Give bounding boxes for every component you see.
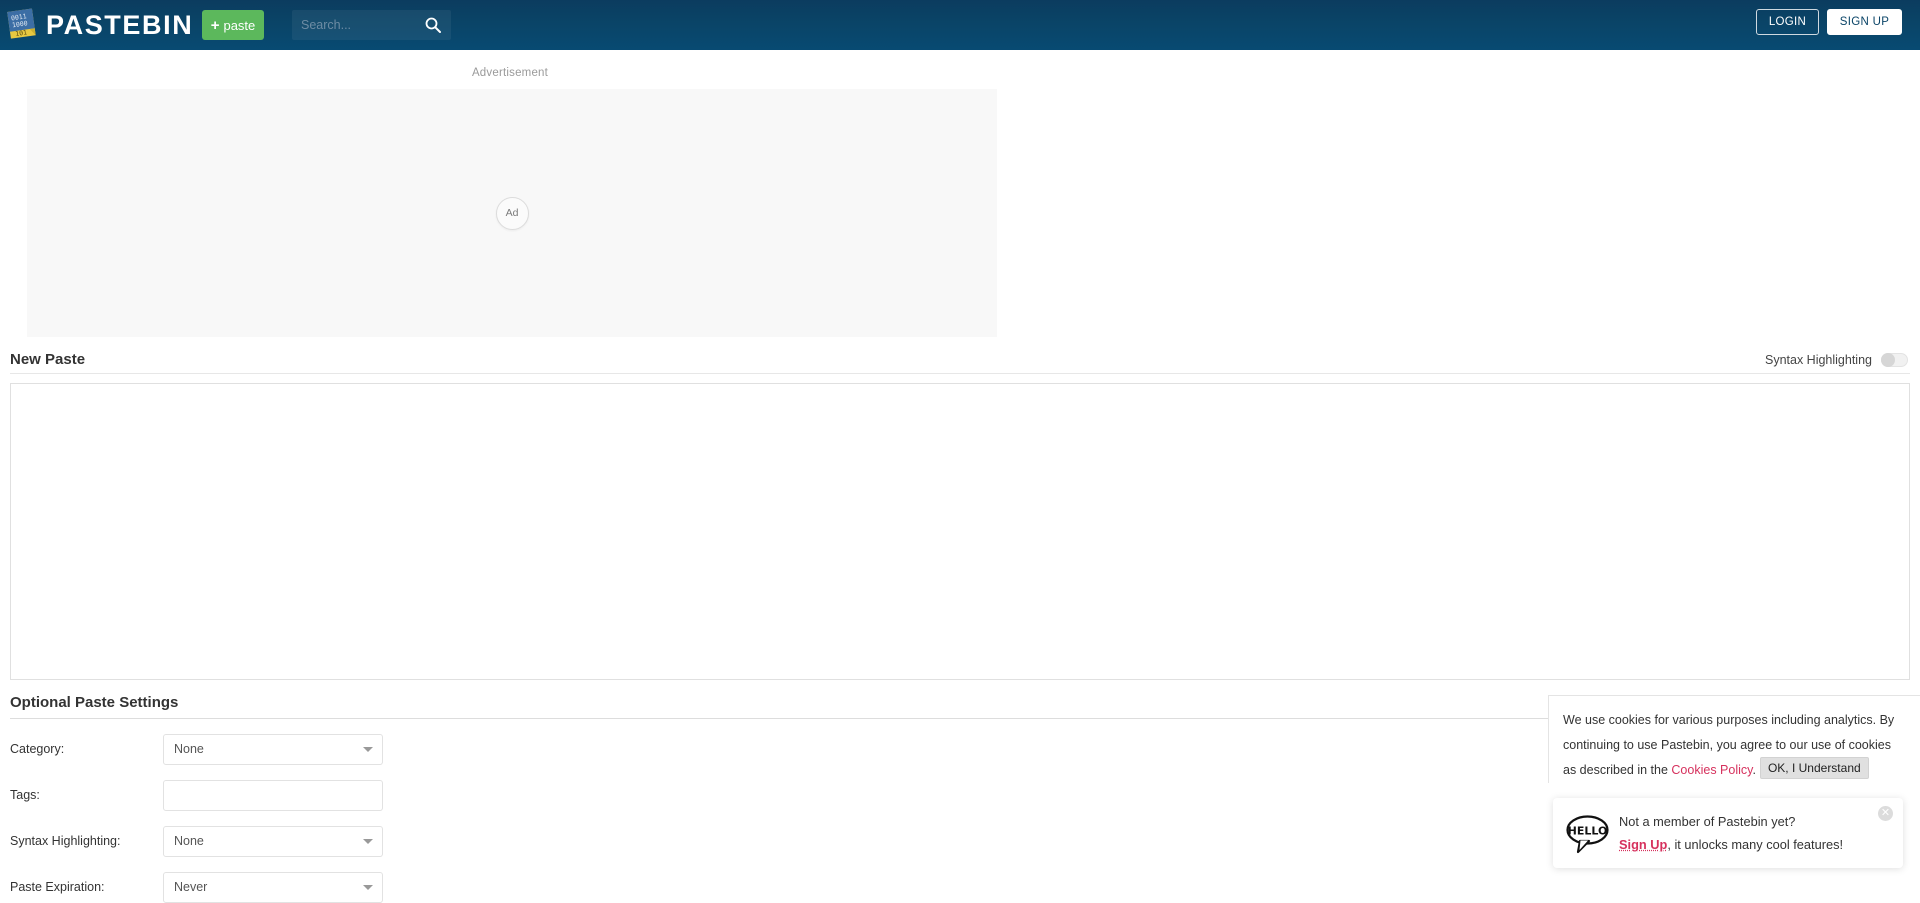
search-container xyxy=(292,10,451,40)
paste-content-textarea[interactable] xyxy=(10,383,1910,680)
search-input[interactable] xyxy=(292,10,420,40)
promo-line-1: Not a member of Pastebin yet? xyxy=(1619,810,1843,833)
signup-button[interactable]: SIGN UP xyxy=(1827,9,1902,35)
cookie-text-suffix: . xyxy=(1752,763,1755,777)
signup-promo-popup: HELLO Not a member of Pastebin yet? Sign… xyxy=(1553,798,1903,868)
cookie-text-line-2: continuing to use Pastebin, you agree to… xyxy=(1563,733,1906,758)
svg-text:101: 101 xyxy=(15,28,28,38)
site-header: 0011 1000 101 PASTEBIN + paste LOGIN SIG… xyxy=(0,0,1920,50)
search-icon[interactable] xyxy=(420,10,446,40)
category-label: Category: xyxy=(10,742,163,756)
svg-text:HELLO: HELLO xyxy=(1568,824,1608,837)
syntax-highlighting-label: Syntax Highlighting xyxy=(1765,353,1872,367)
advertisement-label: Advertisement xyxy=(0,67,1020,79)
divider-top xyxy=(10,373,1910,374)
optional-settings-title: Optional Paste Settings xyxy=(10,694,178,711)
cookie-consent-banner: We use cookies for various purposes incl… xyxy=(1548,695,1920,783)
paste-button-label: paste xyxy=(223,18,255,33)
tags-input[interactable] xyxy=(163,780,383,811)
syntax-highlighting-select-value: None xyxy=(174,834,204,848)
brand-title: PASTEBIN xyxy=(46,9,193,41)
syntax-highlighting-select[interactable]: None xyxy=(163,826,383,857)
paste-expiration-label: Paste Expiration: xyxy=(10,880,163,894)
chevron-down-icon xyxy=(363,839,373,844)
syntax-highlighting-toggle-row: Syntax Highlighting xyxy=(1765,353,1908,367)
syntax-highlighting-select-label: Syntax Highlighting: xyxy=(10,834,163,848)
paste-expiration-select-value: Never xyxy=(174,880,207,894)
form-row-category: Category: None xyxy=(10,733,510,765)
cookie-text-prefix: as described in the xyxy=(1563,763,1671,777)
new-paste-button[interactable]: + paste xyxy=(202,10,264,40)
promo-line-2: Sign Up, it unlocks many cool features! xyxy=(1619,833,1843,856)
paste-expiration-select[interactable]: Never xyxy=(163,872,383,903)
category-select[interactable]: None xyxy=(163,734,383,765)
toggle-knob xyxy=(1881,353,1895,367)
advertisement-slot[interactable]: Ad xyxy=(27,89,997,337)
close-icon[interactable]: ✕ xyxy=(1878,806,1893,821)
chevron-down-icon xyxy=(363,885,373,890)
cookie-text-line-3: as described in the Cookies Policy. OK, I… xyxy=(1563,757,1906,783)
cookie-accept-button[interactable]: OK, I Understand xyxy=(1760,757,1869,779)
tags-label: Tags: xyxy=(10,788,163,802)
plus-icon: + xyxy=(211,18,220,33)
signup-promo-text: Not a member of Pastebin yet? Sign Up, i… xyxy=(1619,810,1843,856)
login-button[interactable]: LOGIN xyxy=(1756,9,1819,35)
hello-speech-bubble-icon: HELLO xyxy=(1565,811,1610,856)
promo-signup-link[interactable]: Sign Up xyxy=(1619,837,1667,852)
header-actions: LOGIN SIGN UP xyxy=(1756,9,1902,35)
chevron-down-icon xyxy=(363,747,373,752)
promo-line-2-suffix: , it unlocks many cool features! xyxy=(1667,837,1843,852)
category-select-value: None xyxy=(174,742,204,756)
ad-badge-icon: Ad xyxy=(496,197,529,230)
form-row-paste-expiration: Paste Expiration: Never xyxy=(10,871,510,903)
syntax-highlighting-toggle[interactable] xyxy=(1881,353,1908,367)
cookie-text-line-1: We use cookies for various purposes incl… xyxy=(1563,708,1906,733)
pastebin-logo-icon[interactable]: 0011 1000 101 xyxy=(3,5,41,43)
form-row-tags: Tags: xyxy=(10,779,510,811)
page-title: New Paste xyxy=(10,351,85,368)
cookies-policy-link[interactable]: Cookies Policy xyxy=(1671,763,1752,777)
form-row-syntax-highlighting: Syntax Highlighting: None xyxy=(10,825,510,857)
